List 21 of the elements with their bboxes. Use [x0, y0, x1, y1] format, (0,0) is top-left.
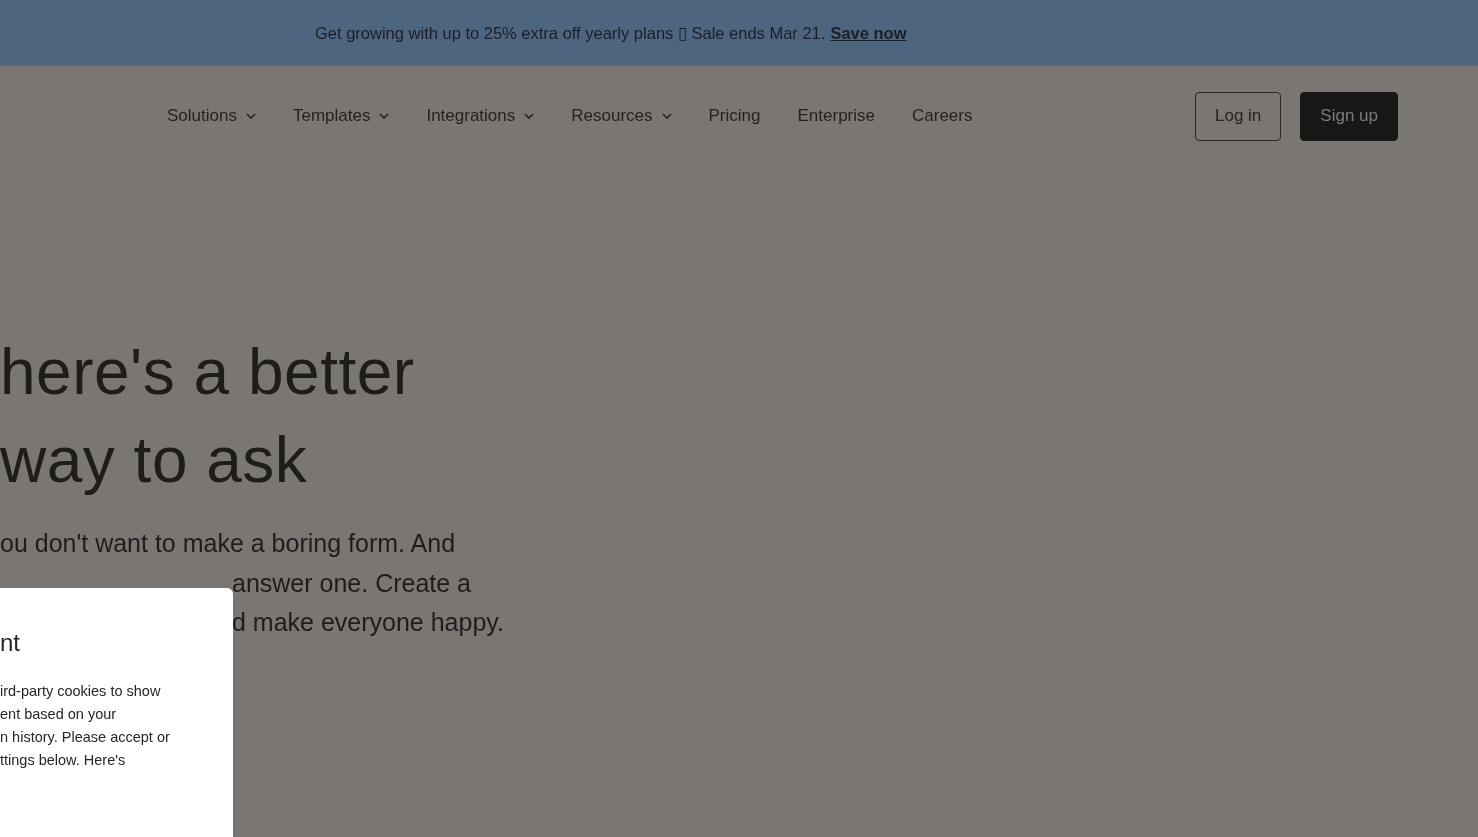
- hero-text: answer one. Create a: [232, 567, 473, 599]
- nav-link[interactable]: Pricing: [708, 106, 761, 126]
- hero-text: d make everyone happy.: [232, 607, 505, 638]
- hero-heading: here's a better: [0, 335, 416, 410]
- dialog-title: nt: [0, 628, 20, 658]
- dialog-text: ird-party cookies to show ent based on your n history. Please accept or ttings below. Here's: [0, 682, 170, 770]
- save-now-link[interactable]: Save now: [830, 23, 907, 43]
- nav-link[interactable]: Enterprise: [797, 106, 875, 126]
- nav-menu[interactable]: Solutions: [167, 106, 256, 126]
- nav-menu[interactable]: Resources: [571, 106, 672, 126]
- chevron-down-icon: [524, 113, 535, 119]
- chevron-down-icon: [661, 113, 672, 119]
- nav-menu[interactable]: Templates: [292, 106, 390, 126]
- chevron-down-icon: [379, 113, 390, 119]
- nav-menu[interactable]: Integrations: [426, 106, 535, 126]
- chevron-down-icon: [245, 113, 256, 119]
- promo-text: Get growing with up to 25% extra off yearly plans ▯ Sale ends Mar 21.: [315, 23, 826, 43]
- log-in-button[interactable]: Log in: [1195, 91, 1282, 141]
- sign-up-button[interactable]: Sign up: [1300, 91, 1398, 141]
- nav-link[interactable]: Careers: [912, 106, 973, 126]
- hero-text: ou don't want to make a boring form. And: [0, 528, 457, 559]
